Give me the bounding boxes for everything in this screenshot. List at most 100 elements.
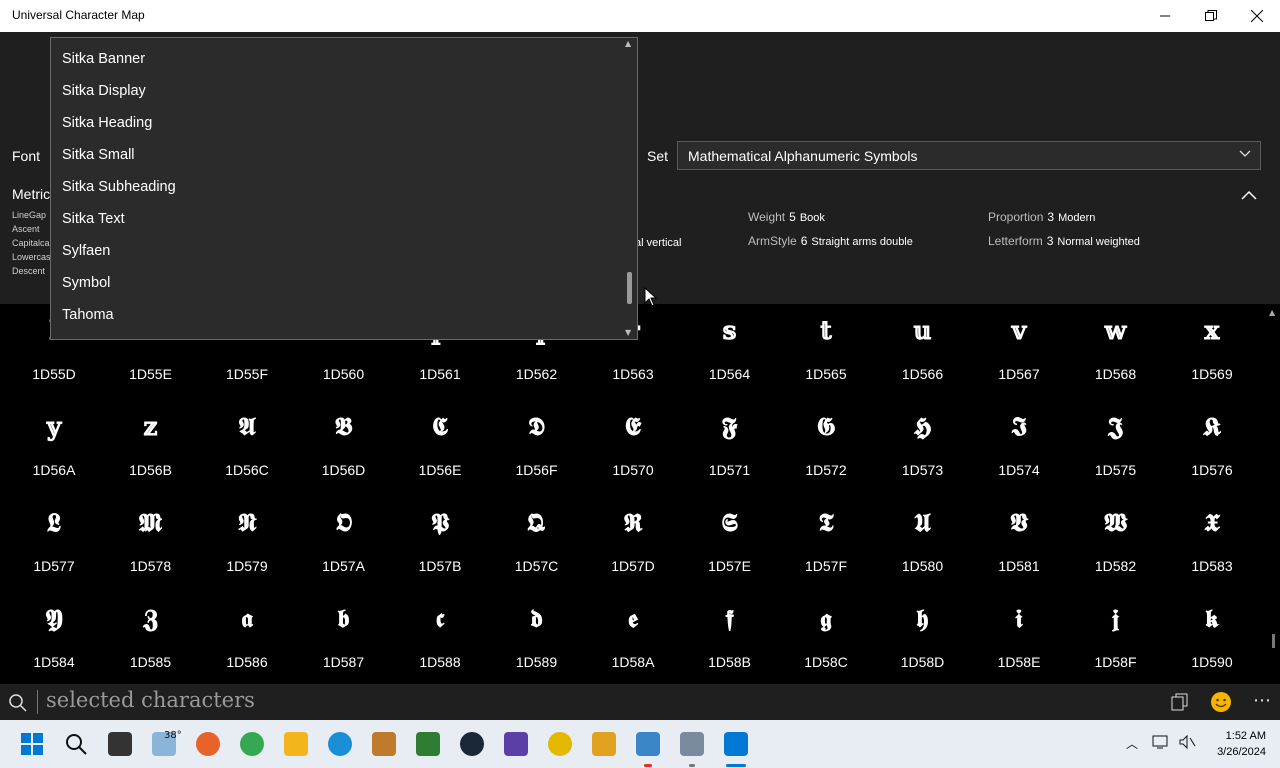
char-cell[interactable]: 𝕴 1D574 (971, 376, 1067, 478)
char-cell[interactable]: 𝕺 1D57A (296, 472, 392, 574)
app-grid-icon[interactable] (416, 732, 440, 756)
char-cell[interactable]: 𝖃 1D583 (1164, 472, 1260, 574)
char-cell[interactable]: 𝕲 1D572 (778, 376, 874, 478)
copy-button[interactable] (1171, 693, 1189, 715)
char-cell[interactable]: 𝕪 1D56A (6, 376, 102, 478)
char-cell[interactable]: 𝖋 1D58B (682, 568, 778, 670)
dropdown-scrollbar[interactable]: ▲ ▼ (624, 38, 635, 339)
grid-scroll-thumb[interactable] (1272, 634, 1275, 648)
char-cell[interactable]: 𝕱 1D571 (682, 376, 778, 478)
font-option-sitka-heading[interactable]: Sitka Heading (62, 115, 152, 131)
warning-app-icon[interactable] (548, 732, 572, 756)
font-label: Font (12, 148, 41, 164)
char-cell[interactable]: 𝕳 1D573 (875, 376, 971, 478)
char-cell[interactable]: 𝖂 1D582 (1068, 472, 1164, 574)
selected-characters-input[interactable]: selected characters (46, 688, 255, 712)
settings-app-icon[interactable] (680, 732, 704, 756)
char-cell[interactable]: 𝕫 1D56B (103, 376, 199, 478)
paint-app-icon[interactable] (636, 732, 660, 756)
char-cell[interactable]: 𝖈 1D588 (392, 568, 488, 670)
char-cell[interactable]: 𝖏 1D58F (1068, 568, 1164, 670)
char-cell[interactable]: 𝕮 1D56E (392, 376, 488, 478)
pencil-app-icon[interactable] (592, 732, 616, 756)
char-cell[interactable]: 𝕹 1D579 (199, 472, 295, 574)
font-option-sitka-subheading[interactable]: Sitka Subheading (62, 179, 176, 195)
set-select[interactable]: Mathematical Alphanumeric Symbols (677, 141, 1261, 170)
steam-icon[interactable] (460, 732, 484, 756)
char-cell[interactable]: 𝕵 1D575 (1068, 376, 1164, 478)
network-icon[interactable] (1152, 734, 1170, 754)
char-cell[interactable]: 𝕰 1D570 (585, 376, 681, 478)
grid-scrollbar[interactable]: ▲ (1266, 304, 1280, 684)
char-cell[interactable]: 𝖇 1D587 (296, 568, 392, 670)
emoji-button[interactable] (1210, 691, 1232, 717)
app-eye-icon[interactable] (372, 732, 396, 756)
dropdown-scroll-thumb[interactable] (627, 272, 632, 304)
grid-scroll-up-icon[interactable]: ▲ (1269, 308, 1275, 317)
task-view-icon[interactable] (108, 732, 132, 756)
volume-icon[interactable] (1178, 734, 1196, 754)
more-options-icon[interactable]: ⋯ (1253, 690, 1271, 711)
mouse-cursor-icon (644, 287, 658, 307)
edge-icon[interactable] (328, 732, 352, 756)
font-option-sitka-text[interactable]: Sitka Text (62, 211, 125, 227)
firefox-icon[interactable] (196, 732, 220, 756)
char-glyph: 𝖋 (725, 604, 734, 633)
char-cell[interactable]: 𝖐 1D590 (1164, 568, 1260, 670)
font-option-tahoma[interactable]: Tahoma (62, 307, 114, 323)
font-option-sylfaen[interactable]: Sylfaen (62, 243, 110, 259)
char-cell[interactable]: 𝕿 1D57F (778, 472, 874, 574)
char-cell[interactable]: 𝕾 1D57E (682, 472, 778, 574)
font-option-sitka-small[interactable]: Sitka Small (62, 147, 135, 163)
chevron-up-tray-icon[interactable]: ︿ (1126, 735, 1138, 752)
maximize-button[interactable] (1188, 0, 1234, 32)
char-cell[interactable]: 𝕽 1D57D (585, 472, 681, 574)
char-cell[interactable]: 𝖊 1D58A (585, 568, 681, 670)
char-cell[interactable]: 𝕦 1D566 (875, 304, 971, 382)
collapse-button[interactable] (1240, 186, 1258, 205)
char-glyph: 𝕵 (1107, 412, 1124, 441)
search-bar: selected characters ⋯ (0, 684, 1280, 720)
chevron-down-icon (1238, 146, 1252, 164)
char-cell[interactable]: 𝕯 1D56F (489, 376, 585, 478)
char-cell[interactable]: 𝖄 1D584 (6, 568, 102, 670)
char-cell[interactable]: 𝕸 1D578 (103, 472, 199, 574)
char-cell[interactable]: 𝕷 1D577 (6, 472, 102, 574)
file-explorer-icon[interactable] (284, 732, 308, 756)
char-cell[interactable]: 𝖎 1D58E (971, 568, 1067, 670)
font-dropdown-list[interactable]: Sitka Banner Sitka Display Sitka Heading… (50, 37, 638, 340)
char-cell[interactable]: 𝕬 1D56C (199, 376, 295, 478)
headphones-app-icon[interactable] (504, 732, 528, 756)
char-cell[interactable]: 𝕩 1D569 (1164, 304, 1260, 382)
char-cell[interactable]: 𝕧 1D567 (971, 304, 1067, 382)
scroll-down-arrow-icon[interactable]: ▼ (625, 328, 631, 337)
char-cell[interactable]: 𝕨 1D568 (1068, 304, 1164, 382)
char-cell[interactable]: 𝕶 1D576 (1164, 376, 1260, 478)
character-grid[interactable]: 𝕝1D55D𝕞1D55E𝕟1D55F𝕠1D560𝕡1D561𝕢1D562𝕣1D5… (0, 304, 1266, 684)
char-cell[interactable]: 𝕥 1D565 (778, 304, 874, 382)
chrome-icon[interactable] (240, 732, 264, 756)
taskbar-search-button[interactable] (64, 732, 88, 756)
char-cell[interactable]: 𝖅 1D585 (103, 568, 199, 670)
start-button[interactable] (20, 732, 44, 756)
char-cell[interactable]: 𝖁 1D581 (971, 472, 1067, 574)
system-clock[interactable]: 1:52 AM 3/26/2024 (1217, 728, 1266, 760)
char-cell[interactable]: 𝖆 1D586 (199, 568, 295, 670)
char-cell[interactable]: 𝖀 1D580 (875, 472, 971, 574)
font-option-symbol[interactable]: Symbol (62, 275, 110, 291)
scroll-up-arrow-icon[interactable]: ▲ (625, 39, 631, 48)
char-cell[interactable]: 𝕼 1D57C (489, 472, 585, 574)
set-label: Set (647, 148, 669, 164)
close-button[interactable] (1234, 0, 1280, 32)
char-cell[interactable]: 𝖌 1D58C (778, 568, 874, 670)
char-cell[interactable]: 𝕻 1D57B (392, 472, 488, 574)
character-map-app-icon[interactable] (724, 732, 748, 756)
char-cell[interactable]: 𝖍 1D58D (875, 568, 971, 670)
char-code: 1D58F (1094, 654, 1137, 670)
char-cell[interactable]: 𝖉 1D589 (489, 568, 585, 670)
minimize-button[interactable] (1142, 0, 1188, 32)
font-option-sitka-display[interactable]: Sitka Display (62, 83, 146, 99)
char-cell[interactable]: 𝕤 1D564 (682, 304, 778, 382)
font-option-sitka-banner[interactable]: Sitka Banner (62, 51, 145, 67)
char-cell[interactable]: 𝕭 1D56D (296, 376, 392, 478)
